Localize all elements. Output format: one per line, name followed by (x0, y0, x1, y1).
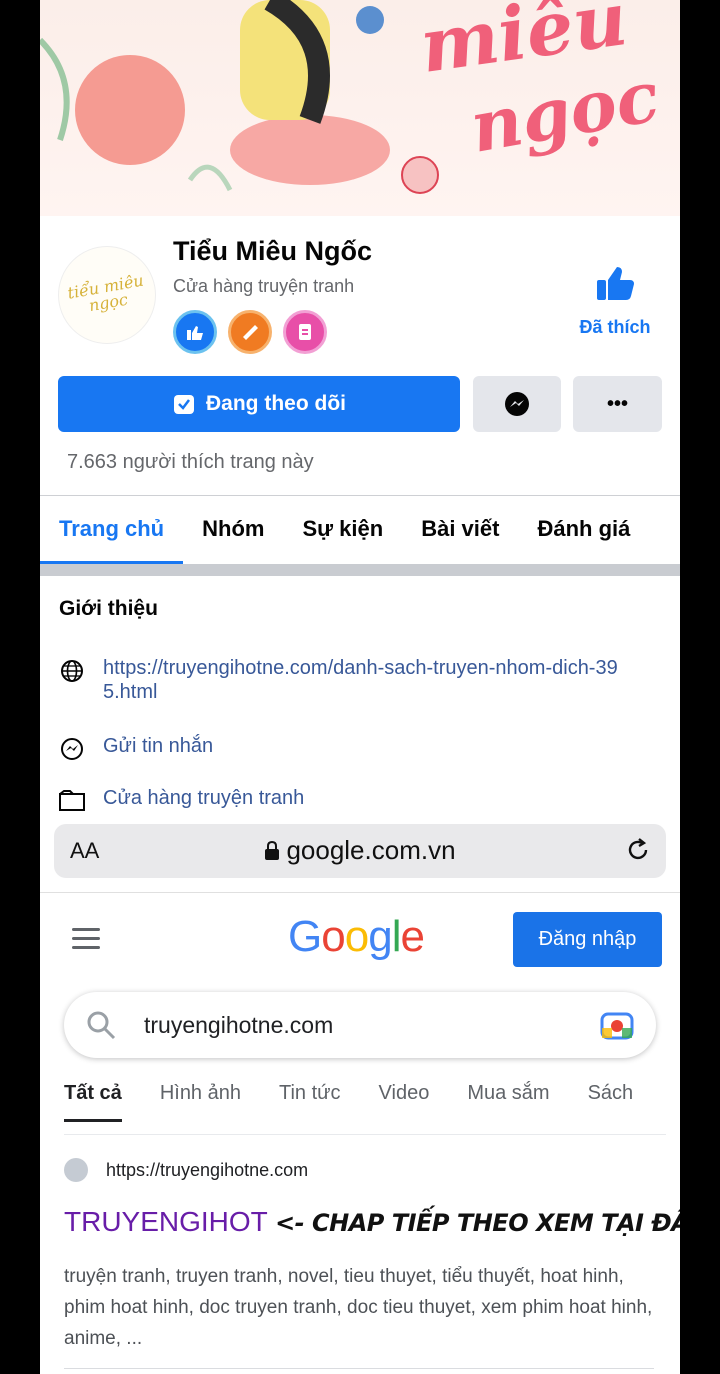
tab-books[interactable]: Sách (588, 1082, 634, 1122)
sign-in-button[interactable]: Đăng nhập (513, 912, 662, 967)
result-snippet: truyện tranh, truyen tranh, novel, tieu … (64, 1266, 653, 1349)
divider (40, 892, 680, 893)
top-fan-badge-icon[interactable] (228, 310, 272, 354)
messenger-button[interactable] (473, 376, 561, 432)
page-tabs: Trang chủ Nhóm Sự kiện Bài viết Đánh giá (40, 500, 680, 564)
send-message-link[interactable]: Gửi tin nhắn (103, 734, 623, 758)
category-tag-icon (59, 788, 85, 814)
intro-heading: Giới thiệu (59, 597, 158, 620)
responsive-badge-icon[interactable] (173, 310, 217, 354)
messenger-icon (59, 736, 85, 762)
google-logo-letter: e (400, 912, 425, 961)
site-favicon-icon (64, 1158, 88, 1182)
following-label: Đang theo dõi (206, 392, 346, 415)
screen: miêu ngọc tiểu miêu ngọc Tiểu Miêu Ngốc … (40, 0, 680, 1374)
divider (64, 1134, 666, 1135)
page-avatar[interactable]: tiểu miêu ngọc (58, 246, 156, 344)
following-check-icon (174, 395, 194, 414)
google-logo-letter: o (344, 912, 370, 961)
search-tabs: Tất cả Hình ảnh Tin tức Video Mua sắm Sá… (64, 1082, 674, 1122)
page-title: Tiểu Miêu Ngốc (173, 236, 373, 266)
reload-icon[interactable] (624, 836, 652, 869)
result-title-link[interactable]: TRUYENGIHOT (64, 1206, 267, 1237)
tab-events[interactable]: Sự kiện (283, 500, 402, 564)
thumbs-up-icon (560, 266, 670, 311)
section-separator (40, 564, 680, 576)
search-box[interactable]: truyengihotne.com (64, 992, 656, 1058)
tab-reviews[interactable]: Đánh giá (518, 500, 649, 564)
result-annotation: <- CHAP TIẾP THEO XEM TẠI ĐÂY NHA (275, 1209, 680, 1237)
address-url[interactable]: google.com.vn (54, 835, 666, 866)
tab-images[interactable]: Hình ảnh (160, 1082, 241, 1122)
category-link[interactable]: Cửa hàng truyện tranh (103, 786, 623, 810)
intro-website-row: https://truyengihotne.com/danh-sach-truy… (59, 656, 623, 704)
liked-label: Đã thích (579, 317, 651, 337)
globe-icon (59, 658, 85, 684)
tab-groups[interactable]: Nhóm (183, 500, 283, 564)
google-logo[interactable]: Google (288, 912, 425, 962)
liked-button[interactable]: Đã thích (560, 266, 670, 338)
search-icon (87, 1011, 116, 1040)
search-query[interactable]: truyengihotne.com (144, 1012, 333, 1039)
lock-icon (265, 840, 280, 860)
hamburger-menu-icon[interactable] (72, 928, 100, 955)
page-category: Cửa hàng truyện tranh (173, 276, 355, 296)
result-url[interactable]: https://truyengihotne.com (106, 1160, 308, 1181)
messenger-icon (505, 392, 529, 416)
google-logo-letter: g (368, 912, 393, 961)
url-text: google.com.vn (286, 835, 456, 865)
tab-posts[interactable]: Bài viết (402, 500, 518, 564)
intro-message-row: Gửi tin nhắn (59, 734, 623, 762)
result-title-row: TRUYENGIHOT <- CHAP TIẾP THEO XEM TẠI ĐÂ… (64, 1206, 680, 1238)
intro-category-row: Cửa hàng truyện tranh (59, 786, 623, 814)
website-link[interactable]: https://truyengihotne.com/danh-sach-truy… (103, 656, 623, 704)
google-logo-letter: G (288, 912, 322, 961)
tab-all[interactable]: Tất cả (64, 1082, 122, 1122)
tab-home[interactable]: Trang chủ (40, 500, 184, 564)
more-icon: ••• (606, 392, 628, 415)
likes-count: 7.663 người thích trang này (67, 451, 314, 473)
google-logo-letter: o (321, 912, 346, 961)
more-options-button[interactable]: ••• (573, 376, 662, 432)
browser-address-bar[interactable]: AA google.com.vn (54, 824, 666, 878)
checklist-badge-icon[interactable] (283, 310, 327, 354)
divider (40, 495, 680, 496)
avatar-logo-text: tiểu miêu ngọc (66, 270, 146, 316)
divider (64, 1368, 654, 1369)
tab-shopping[interactable]: Mua sắm (467, 1082, 549, 1122)
lens-camera-icon[interactable] (600, 1010, 634, 1040)
cover-photo[interactable]: miêu ngọc (40, 0, 680, 216)
tab-video[interactable]: Video (379, 1082, 430, 1122)
following-button[interactable]: Đang theo dõi (58, 376, 460, 432)
tab-news[interactable]: Tin tức (279, 1082, 341, 1122)
